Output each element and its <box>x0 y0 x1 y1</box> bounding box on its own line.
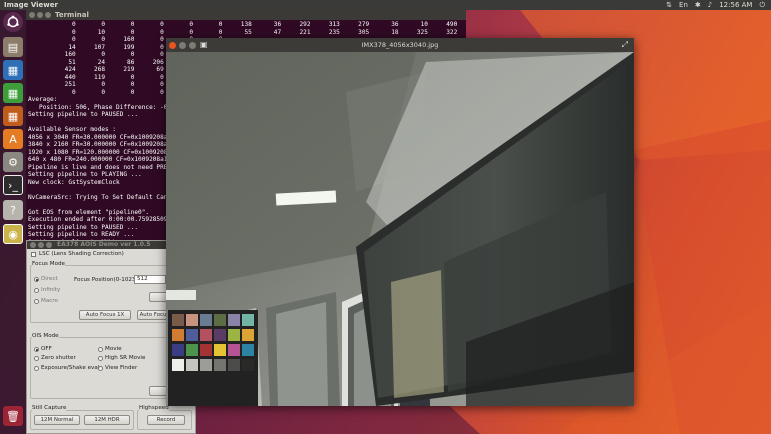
terminal-title: Terminal <box>55 11 89 19</box>
focus-infinity-radio[interactable] <box>34 288 39 293</box>
ois-high-sr-movie-radio[interactable] <box>98 356 103 361</box>
viewer-close-button[interactable] <box>169 42 176 49</box>
focus-direct-label: Direct <box>41 276 58 282</box>
files-icon[interactable]: ▤ <box>3 37 23 57</box>
trash-icon[interactable]: 🗑 <box>3 406 23 426</box>
auto-focus-1x-button[interactable]: Auto Focus 1X <box>79 310 131 320</box>
ois-exposure-radio[interactable] <box>34 366 39 371</box>
viewer-maximize-button[interactable] <box>189 42 196 49</box>
ois-movie-label: Movie <box>105 346 122 352</box>
app-title: Image Viewer <box>4 1 58 9</box>
writer-icon[interactable]: ▦ <box>3 60 23 80</box>
capture-12m-normal-button[interactable]: 12M Normal <box>34 415 80 425</box>
focus-direct-radio[interactable] <box>34 277 39 282</box>
power-icon[interactable]: ⏻ <box>759 0 765 10</box>
clock[interactable]: 12:56 AM <box>719 0 752 10</box>
volume-icon[interactable]: ♪ <box>708 0 712 10</box>
viewer-minimize-button[interactable] <box>179 42 186 49</box>
ois-high-sr-movie-label: High SR Movie <box>105 355 146 361</box>
record-button[interactable]: Record <box>147 415 185 425</box>
terminal-maximize-button[interactable] <box>45 12 51 18</box>
aois-title: EA378 AOIS Demo ver 1.0.5 <box>57 241 151 248</box>
color-checker <box>168 310 258 406</box>
highspeed-title: Highspeed <box>139 405 169 411</box>
impress-icon[interactable]: ▦ <box>3 106 23 126</box>
focus-mode-title: Focus Mode <box>32 261 65 267</box>
still-capture-title: Still Capture <box>32 405 67 411</box>
ubuntu-dash-icon[interactable] <box>3 12 23 32</box>
aois-minimize-button[interactable] <box>38 242 44 248</box>
network-icon[interactable]: ⇅ <box>666 0 672 10</box>
terminal-minimize-button[interactable] <box>37 12 43 18</box>
image-viewer-window[interactable]: ▣ IMX378_4056x3040.jpg ⤢ <box>166 38 634 406</box>
terminal-line: 0 0 0 0 0 0 138 36 292 313 279 36 10 490… <box>72 21 458 28</box>
ois-off-label: OFF <box>41 346 52 352</box>
focus-infinity-label: Infinity <box>41 287 61 293</box>
terminal-titlebar[interactable]: Terminal <box>26 10 466 20</box>
ois-zero-shutter-radio[interactable] <box>34 356 39 361</box>
focus-macro-label: Macro <box>41 298 58 304</box>
ois-mode-title: OIS Mode <box>32 333 59 339</box>
camera-photo[interactable] <box>166 52 634 406</box>
ois-view-finder-radio[interactable] <box>98 366 103 371</box>
settings-icon[interactable]: ⚙ <box>3 152 23 172</box>
calc-icon[interactable]: ▦ <box>3 83 23 103</box>
ois-zero-shutter-label: Zero shutter <box>41 355 76 361</box>
software-center-icon[interactable]: A <box>3 129 23 149</box>
ois-exposure-label: Exposure/Shake eval. <box>41 365 102 371</box>
lsc-label: LSC (Lens Shading Correction) <box>39 251 124 257</box>
expand-icon[interactable]: ⤢ <box>622 38 628 52</box>
auto-focus-button[interactable]: Auto Focu <box>137 310 169 320</box>
camera-app-icon[interactable]: ◉ <box>3 224 23 244</box>
focus-position-input[interactable]: 512 <box>134 275 166 284</box>
terminal-line: 0 10 0 0 0 0 55 47 221 235 305 18 325 32… <box>72 28 458 36</box>
aois-maximize-button[interactable] <box>46 242 52 248</box>
ois-off-radio[interactable] <box>34 347 39 352</box>
lsc-checkbox[interactable] <box>31 252 36 257</box>
terminal-close-button[interactable] <box>29 12 35 18</box>
launcher: ▤ ▦ ▦ ▦ A ⚙ ›_ ? ◉ 🗑 <box>0 10 26 434</box>
help-icon[interactable]: ? <box>3 200 23 220</box>
aois-close-button[interactable] <box>30 242 36 248</box>
keyboard-indicator[interactable]: En <box>679 0 688 10</box>
viewer-titlebar[interactable]: ▣ IMX378_4056x3040.jpg ⤢ <box>166 38 634 52</box>
bluetooth-icon[interactable]: ✱ <box>695 0 701 10</box>
top-panel: Image Viewer ⇅ En ✱ ♪ 12:56 AM ⏻ <box>0 0 771 10</box>
focus-macro-radio[interactable] <box>34 299 39 304</box>
capture-12m-hdr-button[interactable]: 12M HDR <box>84 415 130 425</box>
ois-view-finder-label: View Finder <box>105 365 138 371</box>
terminal-icon[interactable]: ›_ <box>3 175 23 195</box>
fullscreen-icon[interactable]: ▣ <box>200 38 208 52</box>
ois-movie-radio[interactable] <box>98 347 103 352</box>
viewer-title: IMX378_4056x3040.jpg <box>361 41 439 49</box>
focus-position-label: Focus Position(0-1023): <box>74 277 140 283</box>
